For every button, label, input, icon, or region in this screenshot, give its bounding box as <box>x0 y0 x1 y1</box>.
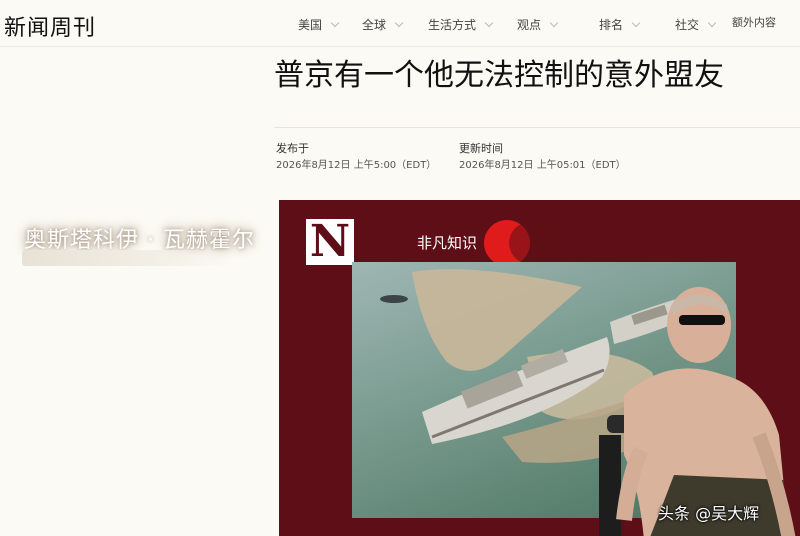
chevron-down-icon <box>631 18 641 27</box>
nav-label: 社交 <box>675 18 700 32</box>
dark-circle-overlay <box>509 222 551 264</box>
nav-label: 生活方式 <box>428 18 477 32</box>
article-headline: 普京有一个他无法控制的意外盟友 <box>274 58 724 93</box>
author-subtitle-blurred <box>22 250 232 266</box>
chevron-down-icon <box>394 18 404 27</box>
nav-item-lifestyle[interactable]: 生活方式 <box>428 16 494 33</box>
nav-label: 美国 <box>298 18 323 32</box>
article-hero-image: N 非凡知识 <box>279 200 800 536</box>
nav-label: 排名 <box>599 18 624 32</box>
published-label: 发布于 <box>276 142 309 155</box>
image-brand-text: 非凡知识 <box>417 234 478 252</box>
newsweek-n-logo: N <box>306 219 354 265</box>
watermark-text: 头条 @吴大辉 <box>658 504 760 523</box>
nav-item-rankings[interactable]: 排名 <box>599 16 641 33</box>
chevron-down-icon <box>549 18 559 27</box>
nav-item-opinion[interactable]: 观点 <box>517 16 559 33</box>
updated-label: 更新时间 <box>459 142 503 155</box>
top-navigation-bar: 新闻周刊 美国 全球 生活方式 观点 排名 社交 额外内容 <box>0 0 800 47</box>
site-logo[interactable]: 新闻周刊 <box>4 10 96 42</box>
headline-divider <box>274 127 800 128</box>
nav-item-us[interactable]: 美国 <box>298 16 340 33</box>
nav-item-global[interactable]: 全球 <box>362 16 404 33</box>
nav-label: 观点 <box>517 18 542 32</box>
chevron-down-icon <box>330 18 340 27</box>
published-timestamp: 2026年8月12日 上午5:00（EDT） <box>276 160 437 171</box>
person-in-chair-photo <box>599 287 796 536</box>
nav-item-extra[interactable]: 额外内容 <box>732 14 776 30</box>
nav-item-social[interactable]: 社交 <box>675 16 717 33</box>
nav-label: 全球 <box>362 18 387 32</box>
updated-timestamp: 2026年8月12日 上午05:01（EDT） <box>459 160 626 171</box>
chevron-down-icon <box>707 18 717 27</box>
chevron-down-icon <box>484 18 494 27</box>
